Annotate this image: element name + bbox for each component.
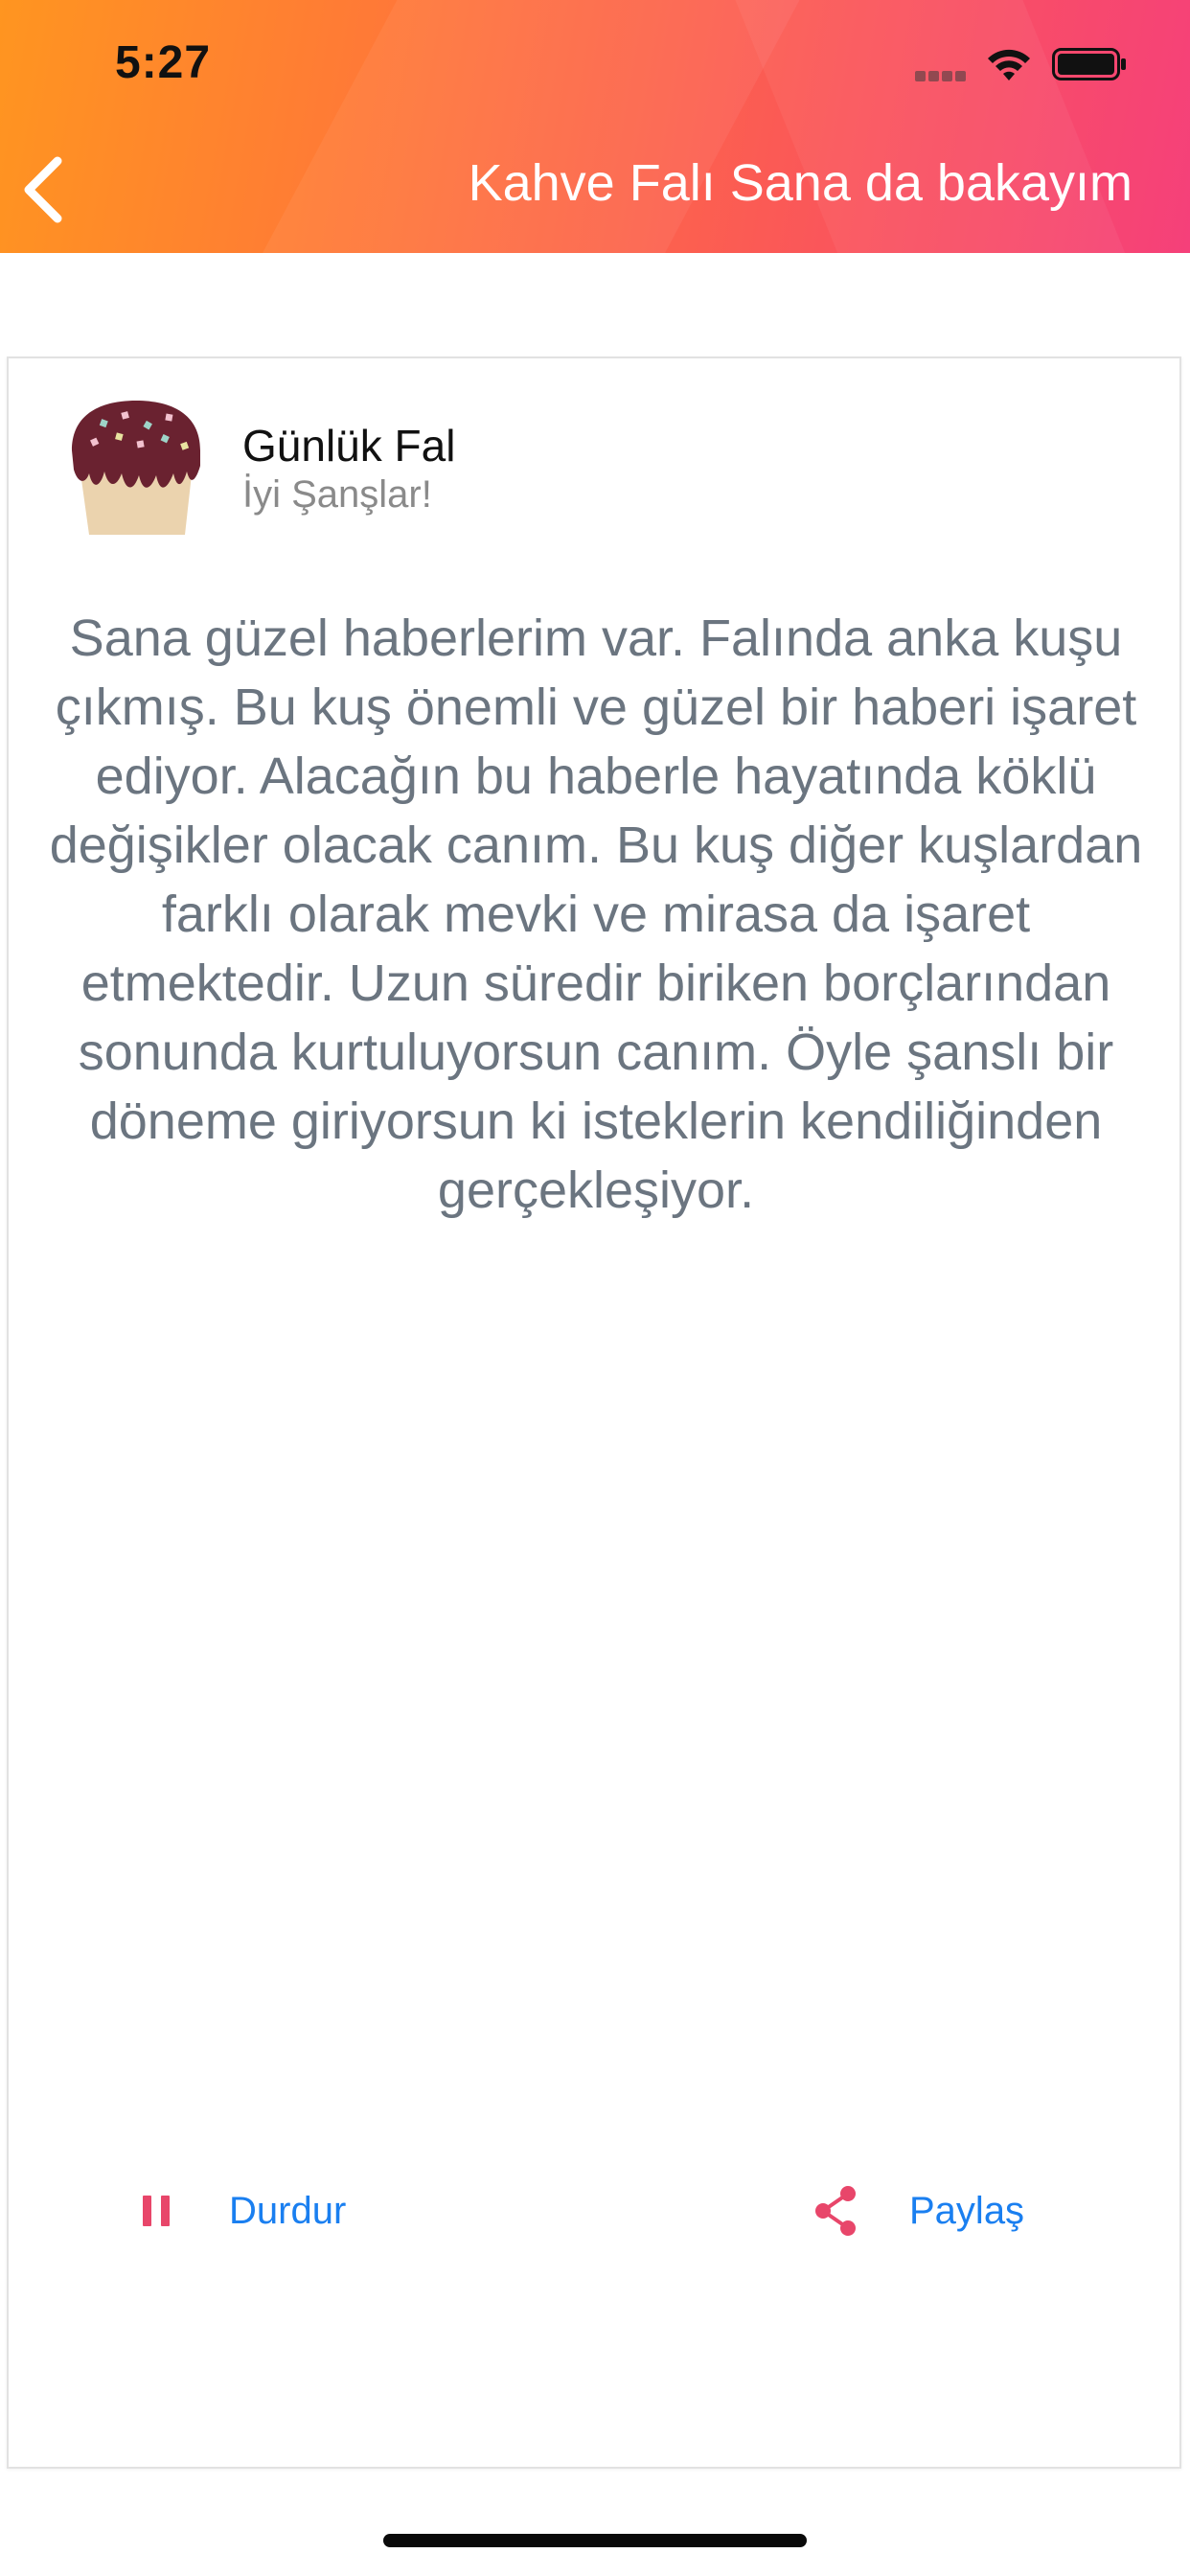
battery-icon xyxy=(1052,48,1126,80)
pause-icon xyxy=(143,2196,170,2226)
pause-button[interactable]: Durdur xyxy=(129,2168,346,2254)
page-title: Kahve Falı Sana da bakayım xyxy=(468,154,1133,212)
card-subtitle: İyi Şanşlar! xyxy=(242,473,432,516)
card-title: Günlük Fal xyxy=(242,421,456,471)
screen: 5:27 Kahve Falı Sana da bakayım Günlük F… xyxy=(0,0,1190,2576)
share-icon xyxy=(815,2186,856,2236)
status-bar: 5:27 xyxy=(0,0,1190,125)
pause-label: Durdur xyxy=(229,2189,347,2232)
cellular-signal-icon xyxy=(915,69,974,81)
cupcake-icon xyxy=(72,401,200,535)
share-button[interactable]: Paylaş xyxy=(810,2168,1024,2254)
navbar: Kahve Falı Sana da bakayım xyxy=(0,125,1190,253)
playback-controls: Durdur Paylaş xyxy=(9,2168,1183,2254)
status-time: 5:27 xyxy=(115,37,212,88)
chevron-left-icon xyxy=(24,156,62,223)
fortune-card: Günlük Fal İyi Şanşlar! Sana güzel haber… xyxy=(7,356,1181,2469)
home-indicator[interactable] xyxy=(383,2534,807,2547)
share-label: Paylaş xyxy=(909,2189,1025,2232)
fortune-text: Sana güzel haberlerim var. Falında anka … xyxy=(49,610,1143,1219)
back-button[interactable] xyxy=(13,153,75,226)
wifi-icon xyxy=(988,49,1030,80)
header: 5:27 Kahve Falı Sana da bakayım xyxy=(0,0,1190,253)
